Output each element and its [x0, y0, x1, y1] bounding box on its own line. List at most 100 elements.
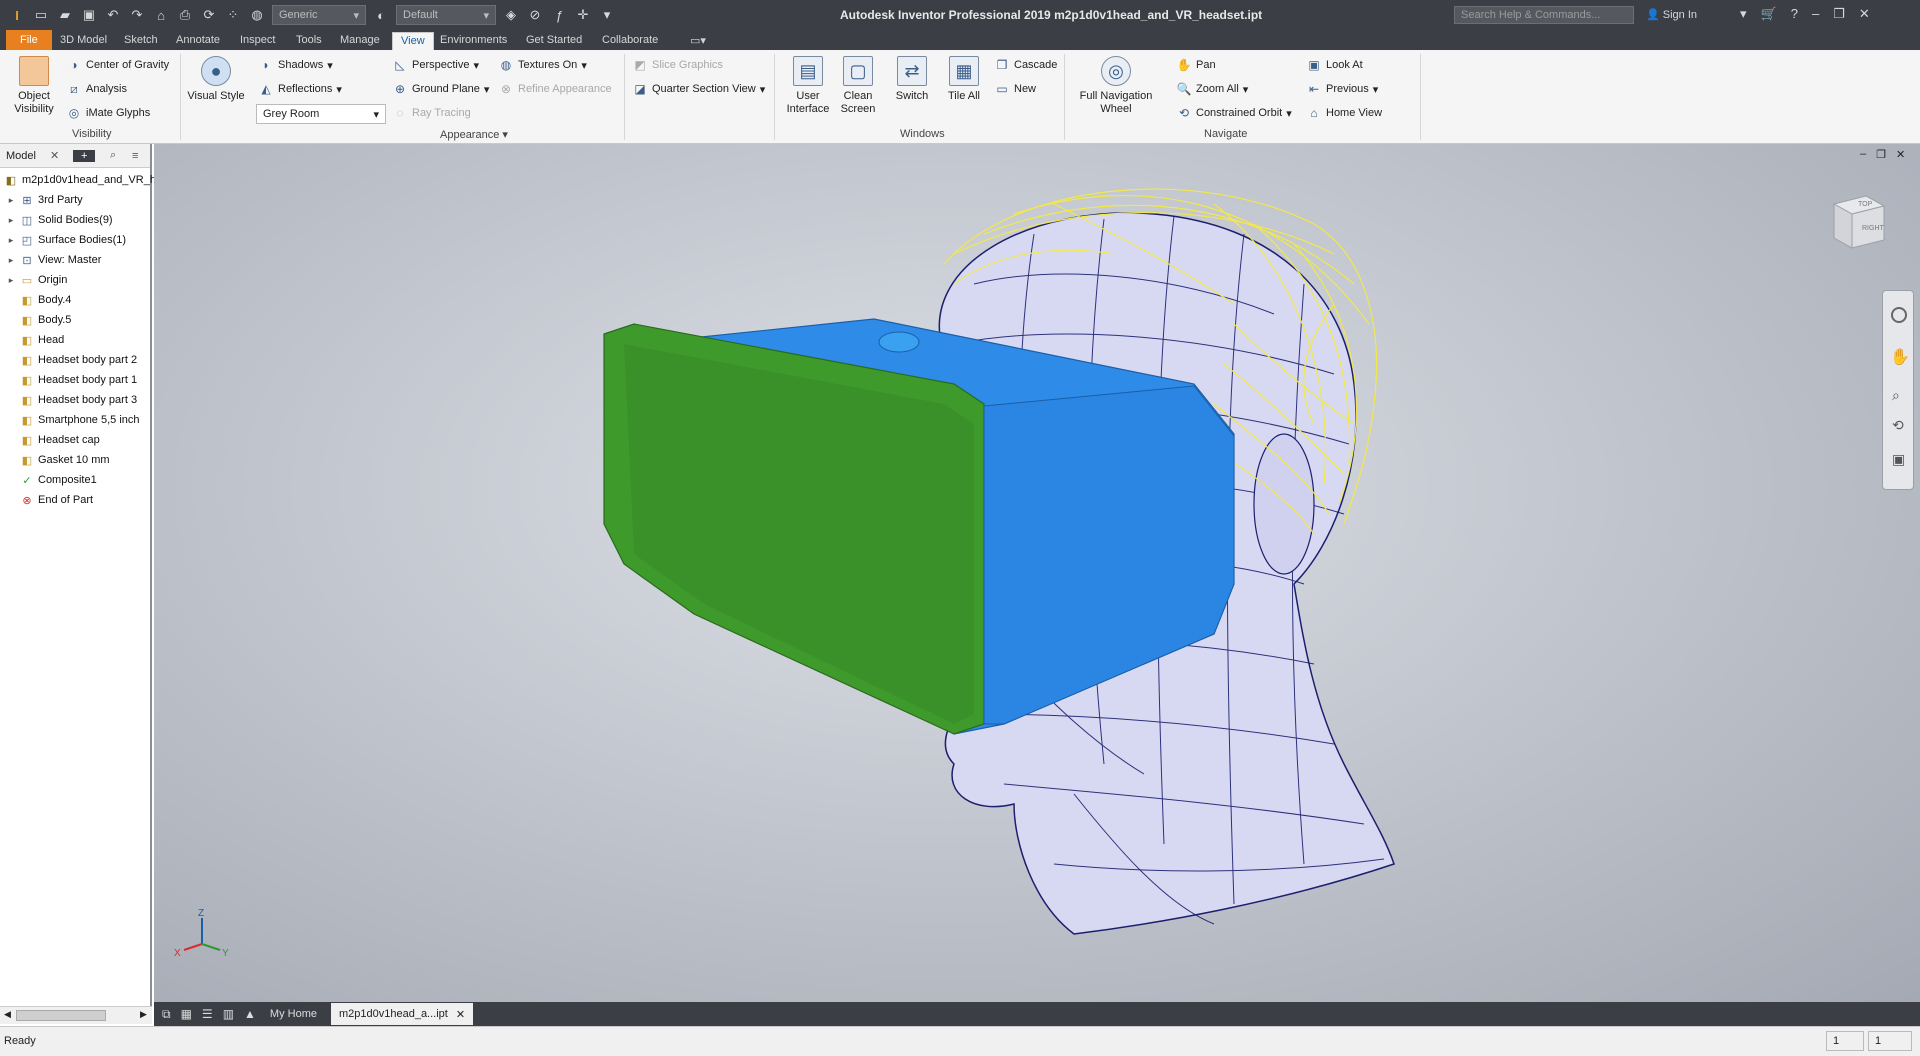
perspective-button[interactable]: ◺ Perspective ▾: [392, 56, 479, 74]
tree-root[interactable]: ◧ m2p1d0v1head_and_VR_h: [0, 170, 156, 190]
viewport-minimize-icon[interactable]: –: [1860, 148, 1866, 161]
measure-icon[interactable]: ◍: [248, 6, 266, 24]
tile-horizontal-icon[interactable]: ☰: [202, 1007, 213, 1021]
appearance-combo[interactable]: Default ▾: [396, 5, 496, 25]
clean-screen-button[interactable]: ▢ Clean Screen: [834, 56, 882, 116]
look-at-icon[interactable]: ▣: [1892, 451, 1905, 468]
zoom-all-button[interactable]: 🔍 Zoom All ▾: [1176, 80, 1249, 98]
home-icon[interactable]: ⌂: [152, 6, 170, 24]
user-interface-button[interactable]: ▤ User Interface: [780, 56, 836, 116]
tab-tools[interactable]: Tools: [288, 32, 330, 50]
minimize-icon[interactable]: –: [1812, 6, 1819, 22]
save-icon[interactable]: ▣: [80, 6, 98, 24]
close-icon[interactable]: ✕: [1859, 6, 1870, 22]
arrange-icon[interactable]: ▲: [244, 1007, 256, 1021]
pan-icon[interactable]: ✋: [1890, 347, 1910, 367]
print-icon[interactable]: ⎙: [176, 6, 194, 24]
tree-item[interactable]: ▸ ⊞ 3rd Party: [0, 190, 83, 210]
object-visibility-button[interactable]: Object Visibility: [10, 56, 58, 116]
tab-annotate[interactable]: Annotate: [168, 32, 228, 50]
viewport-close-icon[interactable]: ✕: [1896, 148, 1905, 161]
center-of-gravity-button[interactable]: ◑ Center of Gravity: [66, 56, 169, 74]
tree-item[interactable]: ◧ Headset body part 2: [0, 350, 137, 370]
menu-icon[interactable]: ≡: [132, 150, 138, 162]
switch-window-button[interactable]: ⇄ Switch: [888, 56, 936, 103]
tab-environments[interactable]: Environments: [432, 32, 515, 50]
move-icon[interactable]: ✛: [574, 6, 592, 24]
viewport-restore-icon[interactable]: ❐: [1876, 148, 1886, 161]
help-icon[interactable]: ?: [1791, 6, 1798, 22]
scroll-right-icon[interactable]: ▶: [140, 1009, 147, 1020]
imate-glyphs-button[interactable]: ◎ iMate Glyphs: [66, 104, 150, 122]
analysis-button[interactable]: ⧄ Analysis: [66, 80, 127, 98]
visual-style-button[interactable]: ● Visual Style: [186, 56, 246, 103]
look-at-button[interactable]: ▣ Look At: [1306, 56, 1362, 74]
sign-in-button[interactable]: 👤 Sign In: [1646, 8, 1697, 21]
orbit-icon[interactable]: ⟲: [1892, 417, 1904, 434]
full-navigation-wheel-button[interactable]: ◎ Full Navigation Wheel: [1070, 56, 1162, 116]
app-logo-icon[interactable]: I: [8, 6, 26, 24]
help-search-input[interactable]: Search Help & Commands...: [1454, 6, 1634, 24]
view-cube[interactable]: TOP RIGHT: [1824, 190, 1890, 256]
browser-tab-model[interactable]: Model: [6, 150, 36, 162]
tree-item[interactable]: ▸ ◫ Solid Bodies(9): [0, 210, 113, 230]
expand-icon[interactable]: ▸: [6, 255, 16, 266]
tab-inspect[interactable]: Inspect: [232, 32, 283, 50]
ground-plane-button[interactable]: ⊕ Ground Plane ▾: [392, 80, 489, 98]
pan-button[interactable]: ✋ Pan: [1176, 56, 1216, 74]
add-tab-icon[interactable]: +: [73, 149, 96, 162]
undo-icon[interactable]: ↶: [104, 6, 122, 24]
tab-view[interactable]: View: [392, 32, 434, 50]
browser-scrollbar[interactable]: ◀ ▶: [0, 1006, 152, 1024]
close-icon[interactable]: ✕: [50, 149, 59, 162]
home-view-button[interactable]: ⌂ Home View: [1306, 104, 1382, 122]
function-icon[interactable]: ƒ: [550, 6, 568, 24]
tab-manage[interactable]: Manage: [332, 32, 388, 50]
tree-item[interactable]: ◧ Smartphone 5,5 inch: [0, 410, 140, 430]
tab-collaborate[interactable]: Collaborate: [594, 32, 666, 50]
cart-icon[interactable]: 🛒: [1761, 6, 1777, 22]
tree-item[interactable]: ◧ Headset body part 3: [0, 390, 137, 410]
tile-all-button[interactable]: ▦ Tile All: [940, 56, 988, 103]
tab-sketch[interactable]: Sketch: [116, 32, 166, 50]
tree-item[interactable]: ▸ ▭ Origin: [0, 270, 68, 290]
tree-item[interactable]: ◧ Head: [0, 330, 65, 350]
select-icon[interactable]: ⁘: [224, 6, 242, 24]
scrollbar-thumb[interactable]: [16, 1010, 106, 1021]
panel-toggle-icon[interactable]: ▭▾: [682, 32, 714, 50]
reflections-button[interactable]: ◭ Reflections ▾: [258, 80, 342, 98]
tree-item[interactable]: ✓ Composite1: [0, 470, 96, 490]
expand-icon[interactable]: ▸: [6, 195, 16, 206]
slice-graphics-button[interactable]: ◩ Slice Graphics: [632, 56, 723, 74]
steering-wheel-icon[interactable]: [1891, 307, 1907, 323]
tree-item[interactable]: ⊗ End of Part: [0, 490, 93, 510]
tree-item[interactable]: ◧ Body.5: [0, 310, 72, 330]
update-icon[interactable]: ⟳: [200, 6, 218, 24]
redo-icon[interactable]: ↷: [128, 6, 146, 24]
customize-qat-icon[interactable]: ▾: [598, 6, 616, 24]
tree-item[interactable]: ▸ ⊡ View: Master: [0, 250, 102, 270]
shadows-button[interactable]: ◗ Shadows ▾: [258, 56, 332, 74]
cascade-button[interactable]: ❐ Cascade: [994, 56, 1058, 74]
lighting-style-combo[interactable]: Grey Room ▾: [256, 104, 386, 124]
adjust-appearance-icon[interactable]: ◈: [502, 6, 520, 24]
appearance-group-label[interactable]: Appearance ▾: [440, 128, 508, 141]
dropdown-icon[interactable]: ▾: [1740, 6, 1747, 22]
textures-on-button[interactable]: ◍ Textures On ▾: [498, 56, 587, 74]
tree-item[interactable]: ◧ Headset cap: [0, 430, 100, 450]
restore-icon[interactable]: ❐: [1833, 6, 1845, 22]
tree-item[interactable]: ▸ ◰ Surface Bodies(1): [0, 230, 126, 250]
tile-vertical-icon[interactable]: ▥: [223, 1007, 234, 1021]
clear-appearance-icon[interactable]: ⊘: [526, 6, 544, 24]
ray-tracing-button[interactable]: ◌ Ray Tracing: [392, 104, 470, 122]
tree-item[interactable]: ◧ Headset body part 1: [0, 370, 137, 390]
cascade-windows-icon[interactable]: ⧉: [162, 1007, 171, 1022]
tree-item[interactable]: ◧ Gasket 10 mm: [0, 450, 110, 470]
tab-get-started[interactable]: Get Started: [518, 32, 590, 50]
quarter-section-view-button[interactable]: ◪ Quarter Section View ▾: [632, 80, 765, 98]
tile-windows-icon[interactable]: ▦: [181, 1007, 192, 1021]
document-tab[interactable]: m2p1d0v1head_a...ipt ✕: [330, 1003, 474, 1025]
graphics-viewport[interactable]: TOP RIGHT ✋ ⌕ ⟲ ▣ Z X Y – ❐ ✕: [154, 144, 1920, 1002]
close-icon[interactable]: ✕: [456, 1008, 465, 1021]
new-file-icon[interactable]: ▭: [32, 6, 50, 24]
